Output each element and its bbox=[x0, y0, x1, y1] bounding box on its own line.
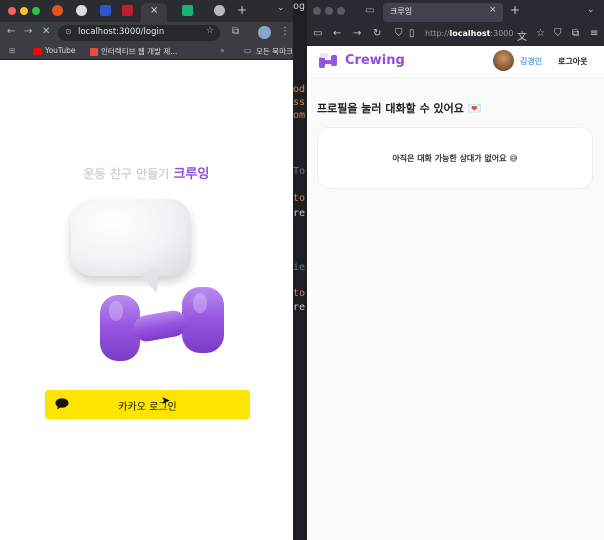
menu-icon[interactable]: ⋮ bbox=[280, 26, 290, 37]
page-title-text: 프로필을 눌러 대화할 수 있어요 bbox=[317, 102, 464, 115]
app-icon[interactable] bbox=[100, 5, 111, 16]
code-fragment: to bbox=[293, 288, 306, 299]
left-browser-window: × + ⌄ ← → ✕ ⊙ localhost:3000/login ☆ ⧉ ⋮… bbox=[0, 0, 293, 540]
bookmark-interactive[interactable]: 인터렉티브 웹 개발 제... bbox=[101, 46, 177, 57]
close-window-button[interactable] bbox=[313, 7, 321, 15]
new-tab-button[interactable]: + bbox=[510, 3, 520, 17]
empty-chat-card: 아직은 대화 가능한 상대가 없어요 😅 bbox=[317, 127, 593, 189]
code-fragment: ie bbox=[293, 262, 306, 273]
page-icon[interactable]: ▯ bbox=[409, 28, 415, 39]
minimize-window-button[interactable] bbox=[20, 7, 28, 15]
site-info-icon[interactable]: ⊙ bbox=[65, 27, 72, 36]
login-title-brand: 크루잉 bbox=[173, 167, 210, 182]
code-fragment: ss bbox=[293, 97, 306, 108]
code-fragment: re bbox=[293, 208, 306, 219]
forward-icon[interactable]: → bbox=[353, 28, 361, 39]
stop-icon[interactable]: ✕ bbox=[42, 26, 50, 37]
left-tab-bar: × + ⌄ bbox=[0, 0, 293, 22]
firefox-icon[interactable] bbox=[52, 5, 63, 16]
mouse-cursor-icon: ➤ bbox=[161, 394, 171, 407]
youtube-icon bbox=[33, 48, 42, 55]
brand-name[interactable]: Crewing bbox=[345, 53, 405, 68]
bookmark-youtube[interactable]: YouTube bbox=[45, 46, 76, 55]
page-title: 프로필을 눌러 대화할 수 있어요 💌 bbox=[317, 100, 481, 116]
new-tab-button[interactable]: + bbox=[237, 3, 247, 17]
back-icon[interactable]: ← bbox=[333, 28, 341, 39]
left-address-row: ← → ✕ ⊙ localhost:3000/login ☆ ⧉ ⋮ bbox=[0, 22, 293, 44]
code-fragment: to bbox=[293, 193, 306, 204]
kakao-login-button[interactable]: 카카오 로그인 bbox=[45, 390, 250, 419]
code-fragment: To bbox=[293, 166, 306, 177]
empty-message-text: 아직은 대화 가능한 상대가 없어요 bbox=[392, 154, 507, 163]
url-scheme: http:// bbox=[425, 29, 450, 38]
folder-icon: ▭ bbox=[244, 46, 252, 55]
close-window-button[interactable] bbox=[8, 7, 16, 15]
right-tab-bar: ▭ 크루잉 × + ⌄ bbox=[307, 0, 604, 24]
zoom-window-button[interactable] bbox=[337, 7, 345, 15]
code-fragment: od bbox=[293, 84, 306, 95]
tab-list-icon[interactable]: ▭ bbox=[365, 5, 374, 16]
shield-icon[interactable]: ⛉ bbox=[554, 28, 562, 39]
apps-grid-icon[interactable]: ⊞ bbox=[9, 46, 15, 55]
chatgpt-icon[interactable] bbox=[214, 5, 225, 16]
chevron-down-icon[interactable]: ⌄ bbox=[587, 5, 595, 15]
bookmark-icon bbox=[90, 48, 98, 56]
zoom-window-button[interactable] bbox=[32, 7, 40, 15]
code-fragment: re bbox=[293, 302, 306, 313]
profile-icon[interactable] bbox=[258, 26, 271, 39]
dumbbell-image bbox=[100, 287, 224, 361]
url-text: localhost:3000/login bbox=[78, 27, 165, 37]
close-icon[interactable]: × bbox=[489, 5, 497, 15]
tab-crewing[interactable]: 크루잉 × bbox=[383, 3, 503, 22]
bookmark-all[interactable]: 모든 북마크 bbox=[256, 46, 293, 57]
shield-icon[interactable]: ⛉ bbox=[395, 28, 403, 39]
sweat-smile-icon: 😅 bbox=[509, 154, 518, 163]
url-bar[interactable]: ⊙ localhost:3000/login ☆ bbox=[58, 25, 220, 41]
extensions-icon[interactable]: ⧉ bbox=[572, 28, 579, 39]
sidebar-icon[interactable]: ▭ bbox=[313, 28, 322, 39]
chat-page: 프로필을 눌러 대화할 수 있어요 💌 아직은 대화 가능한 상대가 없어요 😅 bbox=[307, 79, 604, 540]
star-icon[interactable]: ☆ bbox=[536, 28, 545, 39]
github-icon[interactable] bbox=[76, 5, 87, 16]
right-browser-window: ▭ 크루잉 × + ⌄ ▭ ← → ↻ ⛉ ▯ http://localhost… bbox=[307, 0, 604, 540]
app-icon[interactable] bbox=[122, 5, 133, 16]
user-name[interactable]: 김경민 bbox=[520, 56, 542, 67]
minimize-window-button[interactable] bbox=[325, 7, 333, 15]
back-icon[interactable]: ← bbox=[7, 26, 15, 37]
app-header: Crewing 김경민 로그아웃 bbox=[307, 46, 604, 78]
dumbbell-logo-icon[interactable] bbox=[318, 53, 338, 69]
empty-message: 아직은 대화 가능한 상대가 없어요 😅 bbox=[318, 153, 592, 164]
tab-active[interactable]: × bbox=[141, 3, 167, 22]
background-code-editor: og od ss om To to re ie to re bbox=[293, 0, 307, 540]
logout-button[interactable]: 로그아웃 bbox=[558, 56, 587, 67]
star-icon[interactable]: ☆ bbox=[206, 26, 214, 36]
menu-icon[interactable]: ≡ bbox=[590, 28, 598, 39]
love-letter-icon: 💌 bbox=[467, 102, 482, 115]
avatar[interactable] bbox=[493, 50, 514, 71]
tab-crewing-label: 크루잉 bbox=[390, 7, 413, 16]
url-host: localhost bbox=[449, 29, 491, 38]
close-icon[interactable]: × bbox=[150, 5, 158, 16]
forward-icon[interactable]: → bbox=[24, 26, 32, 37]
more-bookmarks-icon[interactable]: » bbox=[220, 46, 225, 55]
speech-bubble-image bbox=[71, 199, 191, 276]
chevron-down-icon[interactable]: ⌄ bbox=[277, 3, 285, 13]
translate-icon[interactable]: 文 bbox=[517, 28, 527, 43]
code-fragment: og bbox=[293, 1, 306, 12]
url-port: :3000 bbox=[490, 29, 514, 38]
kakao-login-label: 카카오 로그인 bbox=[118, 402, 177, 413]
code-fragment: om bbox=[293, 110, 306, 121]
bookmarks-bar: ⊞ YouTube 인터렉티브 웹 개발 제... » ▭ 모든 북마크 bbox=[0, 44, 293, 60]
login-title: 운동 친구 만들기 크루잉 bbox=[0, 163, 293, 182]
app-icon[interactable] bbox=[182, 5, 193, 16]
login-title-prefix: 운동 친구 만들기 bbox=[83, 167, 170, 181]
right-address-row: ▭ ← → ↻ ⛉ ▯ http://localhost:3000 文 ☆ ⛉ … bbox=[307, 24, 604, 46]
reload-icon[interactable]: ↻ bbox=[373, 28, 381, 39]
extensions-icon[interactable]: ⧉ bbox=[232, 26, 239, 37]
url-bar[interactable]: http://localhost:3000 bbox=[425, 29, 513, 38]
